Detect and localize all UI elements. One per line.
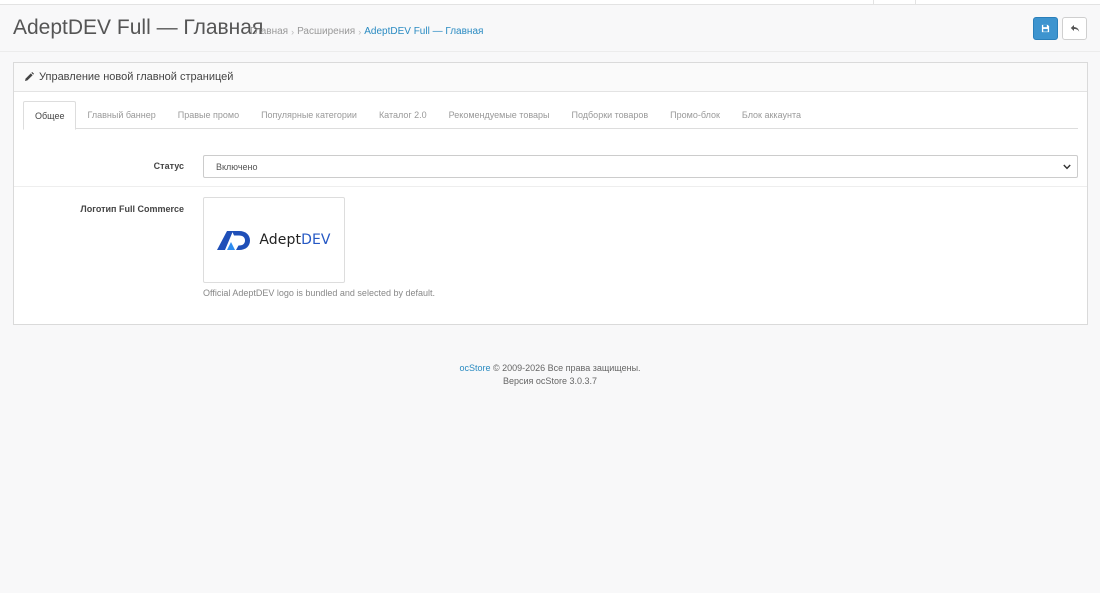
footer: ocStore © 2009-2026 Все права защищены. … [0,362,1100,388]
status-select[interactable]: Включено [203,155,1078,178]
save-button[interactable] [1033,17,1058,40]
panel-title: Управление новой главной страницей [39,71,234,83]
footer-brand-link[interactable]: ocStore [459,363,490,373]
logo-word-main: Adept [259,232,302,248]
status-select-value: Включено [216,161,258,172]
reply-icon [1070,25,1079,32]
breadcrumb-extensions-link[interactable]: Расширения [297,26,355,37]
tab-product-collections[interactable]: Подборки товаров [561,101,660,129]
pencil-icon [25,72,34,81]
panel-heading: Управление новой главной страницей [14,63,1087,92]
tab-popular-categories[interactable]: Популярные категории [250,101,368,129]
breadcrumb-divider: › [291,26,295,37]
footer-version: Версия ocStore 3.0.3.7 [503,376,597,386]
footer-copyright-line: ocStore © 2009-2026 Все права защищены. [0,362,1100,375]
footer-copyright: © 2009-2026 Все права защищены. [492,363,641,373]
form-row-divider [14,186,1087,187]
tab-promo-block[interactable]: Промо-блок [659,101,731,129]
page-header: AdeptDEV Full — Главная Главная › Расшир… [0,5,1100,52]
tab-main-banner[interactable]: Главный баннер [76,101,166,129]
settings-panel: Управление новой главной страницей Общее… [13,62,1088,325]
page-title: AdeptDEV Full — Главная [13,16,264,39]
floppy-disk-icon [1041,24,1050,33]
logo-wordmark: AdeptDEV [259,232,330,248]
tab-catalog[interactable]: Каталог 2.0 [368,101,438,129]
logo-picker[interactable]: AdeptDEV [203,197,345,283]
breadcrumb-current-link[interactable]: AdeptDEV Full — Главная [364,26,483,37]
breadcrumb-divider: › [358,26,362,37]
logo-label: Логотип Full Commerce [80,204,184,214]
logo-word-accent: DEV [301,232,331,248]
tab-featured-products[interactable]: Рекомендуемые товары [438,101,561,129]
back-button[interactable] [1062,17,1087,40]
status-label: Статус [153,161,184,171]
tab-general[interactable]: Общее [23,101,77,130]
tab-account-block[interactable]: Блок аккаунта [731,101,812,129]
tab-right-promo[interactable]: Правые промо [167,101,250,129]
breadcrumb-home-link[interactable]: Главная [250,26,288,37]
breadcrumb: Главная › Расширения › AdeptDEV Full — Г… [250,26,483,37]
adeptdev-logo-mark-icon [217,231,251,250]
chevron-down-icon [1063,164,1071,169]
logo-help-text: Official AdeptDEV logo is bundled and se… [203,288,435,298]
settings-tabs: Общее Главный баннер Правые промо Популя… [23,101,1078,130]
